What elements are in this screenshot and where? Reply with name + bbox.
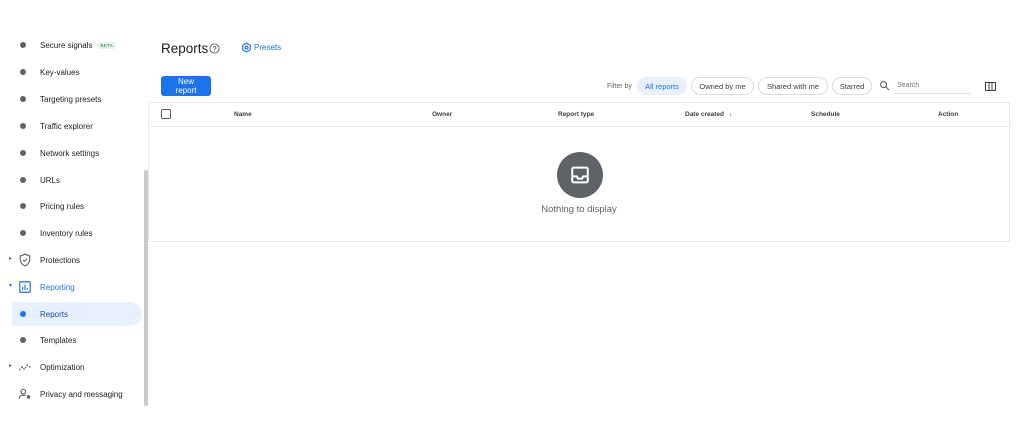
column-header-date-created[interactable]: Date created ↓ — [685, 111, 733, 118]
inbox-icon — [571, 166, 589, 184]
search-icon — [880, 81, 890, 91]
select-all-checkbox[interactable] — [161, 109, 171, 119]
sidebar-item-label: Reports — [40, 309, 69, 319]
sidebar: Secure signals BETA Key-values Targeting … — [0, 30, 146, 410]
sidebar-item-key-values[interactable]: Key-values — [0, 60, 146, 84]
sidebar-item-protections[interactable]: ▸ Protections — [0, 248, 146, 272]
sidebar-item-network-settings[interactable]: Network settings — [0, 141, 146, 165]
column-header-action: Action — [938, 111, 959, 118]
chip-shared-with-me[interactable]: Shared with me — [758, 77, 828, 95]
sidebar-item-pricing-rules[interactable]: Pricing rules — [0, 194, 146, 218]
column-header-owner[interactable]: Owner — [432, 111, 452, 118]
sidebar-item-label: Privacy and messaging — [40, 389, 123, 399]
presets-label: Presets — [254, 43, 282, 52]
bullet-icon — [20, 230, 26, 236]
presets-link[interactable]: Presets — [241, 42, 281, 53]
chip-starred[interactable]: Starred — [832, 77, 872, 95]
page-title: Reports — [161, 41, 209, 56]
sidebar-item-urls[interactable]: URLs — [0, 168, 146, 192]
sidebar-item-reporting[interactable]: ▾ Reporting — [0, 275, 146, 299]
beta-badge: BETA — [97, 41, 117, 49]
reports-table: Name Owner Report type Date created ↓ Sch… — [148, 102, 1010, 242]
column-header-schedule[interactable]: Schedule — [811, 111, 840, 118]
bullet-icon — [20, 337, 26, 343]
sidebar-item-targeting-presets[interactable]: Targeting presets — [0, 87, 146, 111]
columns-icon[interactable] — [985, 82, 996, 91]
sidebar-item-label: Secure signals — [40, 40, 93, 50]
bullet-icon — [20, 69, 26, 75]
table-header: Name Owner Report type Date created ↓ Sch… — [149, 103, 1009, 127]
chip-owned-by-me[interactable]: Owned by me — [691, 77, 754, 95]
bullet-icon — [20, 203, 26, 209]
sidebar-item-label: Traffic explorer — [40, 121, 93, 131]
sidebar-item-label: Pricing rules — [40, 201, 85, 211]
sidebar-item-label: Optimization — [40, 362, 85, 372]
person-settings-icon — [18, 388, 31, 399]
sidebar-item-label: Key-values — [40, 67, 80, 77]
empty-state-icon — [557, 152, 603, 198]
bullet-icon — [20, 96, 26, 102]
column-header-name[interactable]: Name — [234, 111, 252, 118]
help-icon[interactable] — [209, 43, 220, 54]
empty-state-message: Nothing to display — [541, 204, 617, 215]
sidebar-item-privacy-messaging[interactable]: Privacy and messaging — [0, 382, 146, 406]
sidebar-item-secure-signals[interactable]: Secure signals BETA — [0, 33, 146, 57]
filter-by-label: Filter by — [607, 83, 632, 90]
chip-all-reports[interactable]: All reports — [637, 77, 687, 95]
sidebar-item-label: Network settings — [40, 148, 100, 158]
arrow-down-icon: ↓ — [729, 111, 733, 118]
sidebar-item-label: Protections — [40, 255, 81, 265]
sidebar-item-label: Reporting — [40, 282, 75, 292]
sidebar-item-label: URLs — [40, 175, 61, 185]
sidebar-item-traffic-explorer[interactable]: Traffic explorer — [0, 114, 146, 138]
bullet-icon — [20, 311, 26, 317]
new-report-button[interactable]: New report — [161, 76, 211, 96]
chevron-right-icon[interactable]: ▸ — [9, 255, 12, 262]
sidebar-item-templates[interactable]: Templates — [0, 328, 146, 352]
bullet-icon — [20, 42, 26, 48]
sidebar-item-inventory-rules[interactable]: Inventory rules — [0, 221, 146, 245]
column-header-label: Date created — [685, 111, 725, 118]
bullet-icon — [20, 177, 26, 183]
bar-chart-icon — [19, 281, 31, 293]
chevron-right-icon[interactable]: ▸ — [9, 362, 12, 369]
sidebar-item-label: Templates — [40, 335, 77, 345]
shield-icon — [19, 253, 31, 267]
search-input[interactable] — [895, 78, 970, 94]
gear-icon — [242, 42, 251, 53]
column-header-report-type[interactable]: Report type — [558, 111, 594, 118]
sidebar-item-reports[interactable]: Reports — [12, 302, 142, 326]
bullet-icon — [20, 123, 26, 129]
bullet-icon — [20, 150, 26, 156]
sidebar-item-optimization[interactable]: ▸ Optimization — [0, 355, 146, 379]
sidebar-item-label: Inventory rules — [40, 228, 93, 238]
trend-icon — [18, 364, 32, 371]
chevron-down-icon[interactable]: ▾ — [9, 282, 12, 289]
sidebar-item-label: Targeting presets — [40, 94, 102, 104]
